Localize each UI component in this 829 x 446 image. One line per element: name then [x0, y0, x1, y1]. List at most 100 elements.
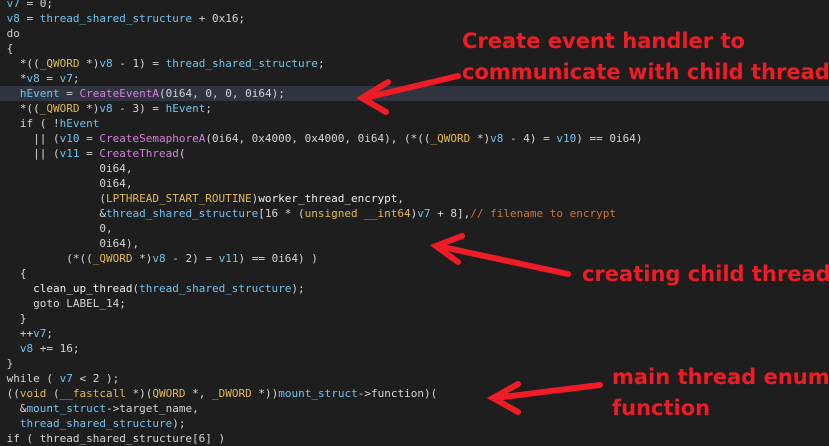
code-token: v7	[417, 207, 431, 220]
code-token: *((	[6, 57, 40, 70]
code-token: + 0x16;	[192, 12, 246, 25]
code-token: (0i64, 0x4000, 0x4000, 0i64), (*((	[205, 132, 431, 145]
code-token: *))	[251, 387, 279, 400]
code-token: 0i64,	[6, 162, 133, 175]
code-line[interactable]: 0i64),	[0, 236, 829, 251]
code-token: v8	[152, 252, 166, 265]
code-token: (	[178, 147, 186, 160]
code-line[interactable]: (LPTHREAD_START_ROUTINE)worker_thread_en…	[0, 191, 829, 206]
code-token: _DWORD	[211, 387, 252, 400]
annotation-line: Create event handler to	[462, 29, 745, 53]
code-token: thread_shared_structure	[19, 417, 173, 430]
code-token: v8	[99, 102, 113, 115]
code-token: ++	[6, 327, 34, 340]
code-token: _QWORD	[39, 102, 80, 115]
code-token: *)	[79, 102, 100, 115]
code-line[interactable]: v8 = thread_shared_structure + 0x16;	[0, 11, 829, 26]
code-token: *)	[132, 252, 153, 265]
code-token: }	[6, 312, 27, 325]
code-token: ;	[46, 327, 53, 340]
code-token: _QWORD	[39, 57, 80, 70]
code-token: );	[172, 417, 186, 430]
code-token: < 2 );	[72, 372, 120, 385]
code-token: ((	[6, 387, 20, 400]
code-line[interactable]: ++v7;	[0, 326, 829, 341]
code-token: 0,	[6, 222, 113, 235]
code-token: v7	[59, 372, 73, 385]
code-token: &	[6, 402, 27, 415]
code-line[interactable]: v8 += 16;	[0, 341, 829, 356]
code-line[interactable]: 0,	[0, 221, 829, 236]
code-token: QWORD	[152, 387, 186, 400]
code-token: ) == 0i64)	[576, 132, 643, 145]
code-token: clean_up_thread	[33, 282, 133, 295]
code-token: ->function)(	[357, 387, 438, 400]
code-token: v8	[19, 342, 34, 355]
code-token: - 1) =	[112, 57, 166, 70]
code-line[interactable]: goto LABEL_14;	[0, 296, 829, 311]
code-token: mount_struct	[26, 402, 106, 415]
annotation-line: main thread enum	[612, 365, 829, 389]
code-token: += 16;	[33, 342, 80, 355]
code-token: v7	[6, 0, 20, 10]
code-line[interactable]: *((_QWORD *)v8 - 3) = hEvent;	[0, 101, 829, 116]
code-token: ;	[205, 102, 212, 115]
code-token: v8	[99, 57, 113, 70]
code-token: || (	[6, 132, 60, 145]
code-token: CreateSemaphoreA	[99, 132, 206, 145]
code-token: 0i64),	[6, 237, 140, 250]
code-line[interactable]: 0i64,	[0, 161, 829, 176]
code-token: thread_shared_structure	[165, 57, 318, 70]
code-token: v11	[59, 147, 80, 160]
code-line[interactable]: || (v10 = CreateSemaphoreA(0i64, 0x4000,…	[0, 131, 829, 146]
code-token: ;	[317, 57, 325, 70]
code-token: {	[6, 42, 14, 55]
code-token: __fastcall	[59, 387, 126, 400]
code-token: [16 * (	[258, 207, 305, 220]
code-token: // filename to encrypt	[470, 207, 616, 220]
code-token: hEvent	[165, 102, 206, 115]
code-token: {	[6, 267, 27, 280]
code-token: =	[59, 87, 80, 100]
code-line[interactable]: || (v11 = CreateThread(	[0, 146, 829, 161]
code-token: CreateEventA	[79, 87, 159, 100]
code-token: LPTHREAD_START_ROUTINE	[105, 192, 252, 205]
code-line[interactable]: hEvent = CreateEventA(0i64, 0, 0, 0i64);	[0, 86, 829, 101]
code-line[interactable]: &thread_shared_structure[16 * (unsigned …	[0, 206, 829, 221]
code-token: *	[6, 72, 27, 85]
code-line[interactable]: if ( thread_shared_structure[6] )	[0, 431, 829, 446]
code-token: || (	[6, 147, 60, 160]
code-token: *((	[6, 102, 40, 115]
code-token: hEvent	[59, 117, 100, 130]
code-token: thread_shared_structure	[105, 207, 259, 220]
code-token: }	[6, 357, 14, 370]
code-token: mount_struct	[278, 387, 358, 400]
code-token: =	[39, 72, 60, 85]
code-token: thread_shared_structure	[39, 12, 193, 25]
code-token: v8	[490, 132, 504, 145]
code-line[interactable]: }	[0, 311, 829, 326]
code-token: unsigned __int64	[304, 207, 411, 220]
code-token: *)	[79, 57, 100, 70]
code-token: thread_shared_structure	[139, 282, 292, 295]
code-token: - 3) =	[112, 102, 166, 115]
code-line[interactable]: if ( !hEvent	[0, 116, 829, 131]
code-token: v8	[6, 12, 20, 25]
code-token: =	[19, 12, 40, 25]
annotation-create-event: Create event handler to communicate with…	[462, 26, 829, 88]
code-token: &	[6, 207, 106, 220]
code-token: do	[6, 27, 20, 40]
code-token: if ( !	[6, 117, 60, 130]
code-token: ->target_name,	[105, 402, 199, 415]
annotation-line: creating child thread	[582, 262, 829, 286]
code-line[interactable]: v7 = 0;	[0, 0, 829, 11]
code-token: ;	[72, 72, 80, 85]
code-token: worker_thread_encrypt	[258, 192, 398, 205]
code-line[interactable]: 0i64,	[0, 176, 829, 191]
code-token: (0i64, 0, 0, 0i64);	[158, 87, 285, 100]
code-token: _QWORD	[430, 132, 471, 145]
code-token: (	[46, 387, 60, 400]
